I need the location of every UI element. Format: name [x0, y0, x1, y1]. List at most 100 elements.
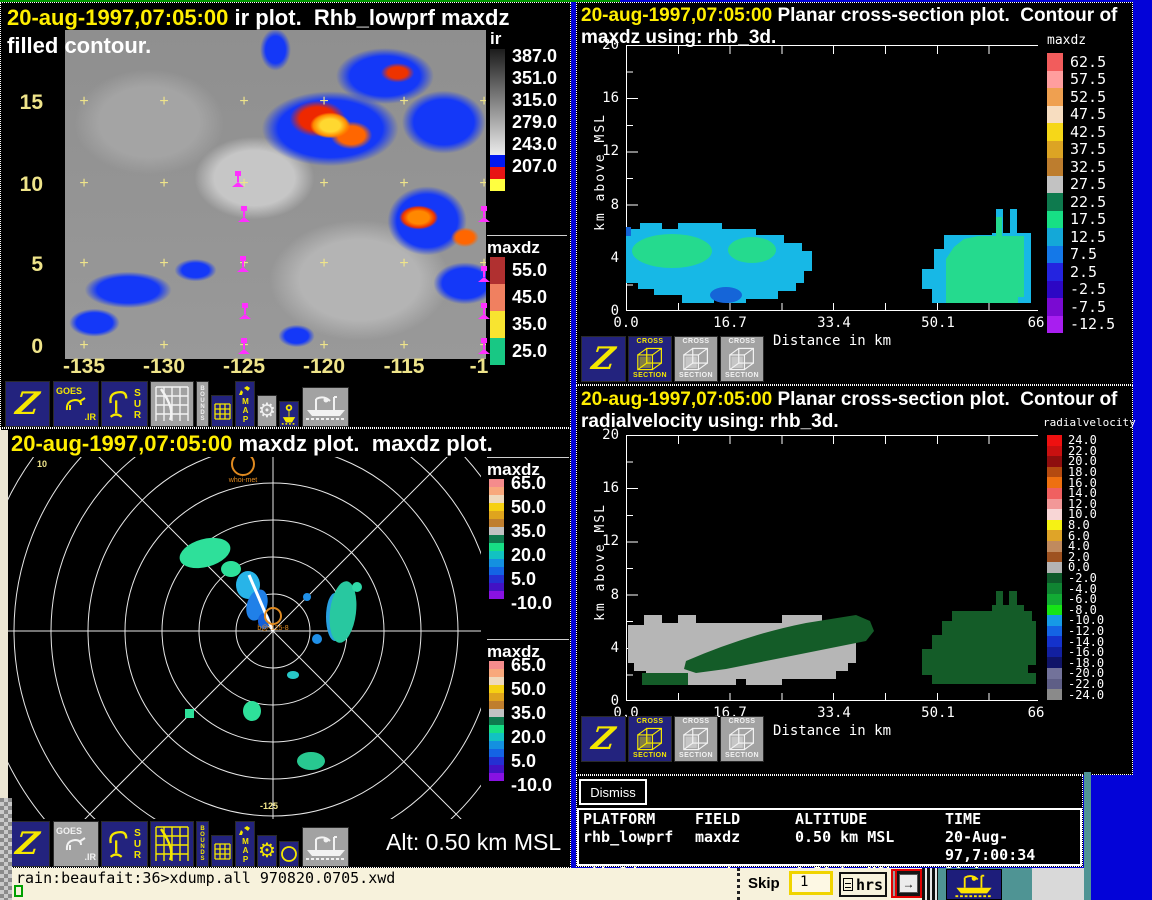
radar-grid-button[interactable] [150, 381, 194, 427]
bl-colorbar2-swatches [489, 661, 504, 781]
radar-grid-button[interactable] [150, 821, 194, 867]
col-header-altitude: ALTITUDE [795, 810, 945, 828]
colorbar-swatch [489, 669, 504, 677]
gear-button[interactable]: ⚙ [257, 835, 277, 867]
left-window-resize-edge [0, 798, 12, 900]
ship-button[interactable] [302, 827, 349, 867]
y-tick-label: 15 [20, 91, 43, 115]
tr-colorbar-title: maxdz [1047, 33, 1086, 48]
cube-icon [727, 726, 757, 752]
contour-bit [642, 673, 688, 685]
center-marker-label: b@-125-8 [257, 625, 288, 632]
colorbar-swatch [1047, 88, 1063, 106]
bounds-button[interactable]: BOUNDS [196, 381, 209, 427]
radialvelocity-contour-plot[interactable] [626, 435, 1038, 701]
cross-section-button[interactable]: CROSS SECTION [674, 336, 718, 382]
colorbar-swatch [489, 725, 504, 733]
gear-button[interactable]: ⚙ [257, 395, 277, 427]
cross-section-button-active[interactable]: CROSS SECTION [628, 716, 672, 762]
goes-ir-button[interactable]: GOES .IR [53, 381, 99, 427]
cube-icon [727, 346, 757, 372]
buoy-button[interactable] [279, 401, 299, 427]
panel-maxdz-cross-section: 20-aug-1997,07:05:00 Planar cross-sectio… [576, 2, 1133, 385]
colorbar-swatch [1047, 316, 1063, 334]
colorbar-swatch [1047, 435, 1062, 446]
map-button[interactable]: MAP [235, 381, 255, 427]
colorbar-swatch [489, 591, 504, 599]
dismiss-button[interactable]: Dismiss [579, 779, 647, 805]
radar-ppi-display[interactable] [5, 457, 481, 819]
colorbar-entry: 35.0 [490, 311, 547, 338]
hrs-button[interactable]: hrs [839, 872, 887, 897]
ship-button[interactable] [302, 387, 349, 427]
x-tick-label: 50.1 [921, 315, 955, 331]
colorbar-label: 7.5 [1070, 245, 1097, 263]
cross-section-button[interactable]: CROSS SECTION [674, 716, 718, 762]
buoy-marker-icon [237, 256, 249, 272]
surveillance-button[interactable]: SUR [101, 821, 148, 867]
grid-button[interactable] [211, 835, 233, 867]
zebra-logo-button[interactable]: Z [581, 716, 626, 762]
colorbar-label: 22.5 [1070, 193, 1106, 211]
cross-section-button[interactable]: CROSS SECTION [720, 716, 764, 762]
colorbar-swatch [489, 717, 504, 725]
colorbar-swatch [489, 543, 504, 551]
panel-ir-plot: 20-aug-1997,07:05:00 ir plot. Rhb_lowprf… [0, 2, 571, 428]
radar-dish-icon [107, 828, 129, 860]
colorbar-entry: 2.5 [1047, 263, 1115, 281]
x-tick-label: 33.4 [817, 705, 851, 721]
y-axis-title: km above MSL [593, 503, 608, 621]
colorbar-swatch [1047, 176, 1063, 194]
colorbar-swatch [489, 733, 504, 741]
taskbar-ship-button[interactable] [946, 869, 1002, 900]
colorbar-swatch [1047, 583, 1062, 594]
zebra-logo-button[interactable]: Z [581, 336, 626, 382]
skip-value-input[interactable]: 1 [789, 871, 833, 895]
terminal-prompt-line: rain:beaufait:36>xdump.all 970820.0705.x… [16, 869, 395, 887]
surveillance-button[interactable]: SUR [101, 381, 148, 427]
colorbar-entry: 42.5 [1047, 123, 1115, 141]
altitude-readout: Alt: 0.50 km MSL [386, 829, 561, 856]
step-forward-button[interactable]: → [895, 869, 922, 898]
colorbar-label: -2.5 [1070, 280, 1106, 298]
maxdz-contour-plot[interactable] [626, 45, 1038, 311]
terminal-window[interactable]: rain:beaufait:36>xdump.all 970820.0705.x… [12, 868, 737, 900]
cross-section-button[interactable]: CROSS SECTION [720, 336, 764, 382]
colorbar-label: 52.5 [1070, 88, 1106, 106]
x-tick-label: 50.1 [921, 705, 955, 721]
zebra-logo-button[interactable]: Z [5, 381, 50, 427]
colorbar-entry: -12.5 [1047, 316, 1115, 334]
y-tick-label: 5 [31, 253, 43, 277]
goes-ir-button[interactable]: GOES .IR [53, 821, 99, 867]
gear-icon: ⚙ [258, 841, 276, 861]
cross-section-button-active[interactable]: CROSS SECTION [628, 336, 672, 382]
colorbar-swatch [1047, 499, 1062, 510]
colorbar-swatch [1047, 562, 1062, 573]
colorbar-label: 12.5 [1070, 228, 1106, 246]
satellite-dish-icon [65, 396, 87, 412]
map-button[interactable]: MAP [235, 821, 255, 867]
contour-prong [996, 217, 1002, 236]
colorbar-entry: -7.5 [1047, 298, 1115, 316]
taskbar-segment [938, 868, 1032, 900]
bounds-button[interactable]: BOUNDS [196, 821, 209, 867]
colorbar-swatch [490, 155, 505, 167]
grid-button[interactable] [211, 395, 233, 427]
colorbar-swatch [489, 749, 504, 757]
colorbar-swatch [489, 551, 504, 559]
colorbar-swatch [489, 527, 504, 535]
colorbar-entry: 62.5 [1047, 53, 1115, 71]
colorbar-label: 50.0 [511, 495, 552, 519]
grid-icon [214, 843, 231, 860]
contour-edge-bit [626, 227, 631, 236]
cross-section-title: 20-aug-1997,07:05:00 Planar cross-sectio… [581, 389, 1117, 411]
x-tick-label: 0.0 [613, 315, 638, 331]
buoy-icon [280, 403, 298, 425]
colorbar-swatch [1047, 552, 1062, 563]
colorbar-swatch [1047, 263, 1063, 281]
colorbar-label: 35.0 [512, 314, 547, 335]
ppi-bottom-label: -125 [260, 801, 278, 811]
circle-button[interactable] [279, 841, 299, 867]
colorbar-label: 65.0 [511, 471, 552, 495]
colorbar-entry: 22.5 [1047, 193, 1115, 211]
